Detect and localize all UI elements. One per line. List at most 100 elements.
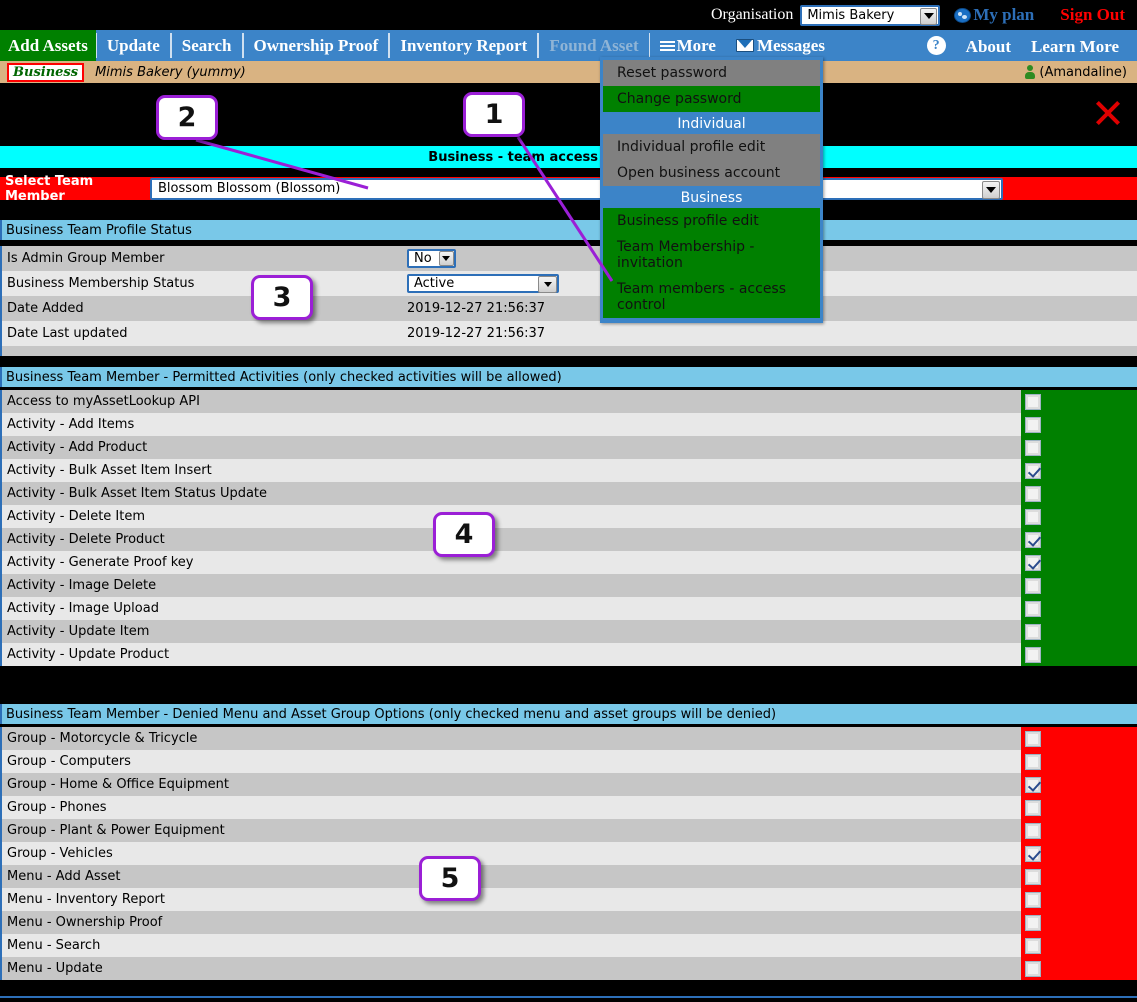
- denied-option-checkbox[interactable]: [1025, 730, 1041, 747]
- permitted-activity-cell: [1021, 643, 1137, 666]
- denied-option-checkbox[interactable]: [1025, 868, 1041, 885]
- denied-option-label: Menu - Search: [7, 938, 101, 953]
- permitted-activity-checkbox[interactable]: [1025, 393, 1041, 410]
- denied-option-cell: [1021, 888, 1137, 911]
- menu-item-team-members-access-control[interactable]: Team members - access control: [603, 276, 820, 318]
- permitted-activity-checkbox[interactable]: [1025, 439, 1041, 456]
- denied-option-cell: [1021, 842, 1137, 865]
- denied-option-cell: [1021, 934, 1137, 957]
- denied-option-checkbox[interactable]: [1025, 914, 1041, 931]
- table-row: Activity - Delete Product: [0, 528, 1137, 551]
- denied-option-label: Group - Plant & Power Equipment: [7, 823, 225, 838]
- denied-option-checkbox[interactable]: [1025, 960, 1041, 977]
- menu-item-change-password[interactable]: Change password: [603, 86, 820, 112]
- permitted-activity-checkbox[interactable]: [1025, 623, 1041, 640]
- denied-option-checkbox[interactable]: [1025, 822, 1041, 839]
- row-label: Date Last updated: [7, 326, 128, 341]
- nav-item-search[interactable]: Search: [170, 33, 243, 58]
- table-row: Activity - Update Item: [0, 620, 1137, 643]
- organisation-select[interactable]: Mimis Bakery: [800, 4, 941, 26]
- denied-option-cell: [1021, 796, 1137, 819]
- permitted-activity-checkbox[interactable]: [1025, 508, 1041, 525]
- is-admin-group-member-select[interactable]: No: [407, 249, 456, 268]
- nav-item-more[interactable]: More: [650, 33, 726, 58]
- chevron-down-icon[interactable]: [438, 251, 454, 266]
- chevron-down-icon[interactable]: [920, 7, 938, 25]
- permitted-activity-cell: [1021, 390, 1137, 413]
- denied-option-label: Group - Motorcycle & Tricycle: [7, 731, 198, 746]
- denied-option-checkbox[interactable]: [1025, 891, 1041, 908]
- nav-item-inventory-report[interactable]: Inventory Report: [389, 33, 539, 58]
- permitted-activity-cell: [1021, 459, 1137, 482]
- menu-header-individual: Individual: [603, 114, 820, 134]
- table-row: Group - Computers: [0, 750, 1137, 773]
- row-value: 2019-12-27 21:56:37: [407, 301, 546, 316]
- close-icon[interactable]: [1093, 98, 1123, 128]
- nav-item-about[interactable]: About: [956, 35, 1021, 60]
- menu-item-business-profile-edit[interactable]: Business profile edit: [603, 208, 820, 234]
- envelope-icon: [735, 39, 754, 52]
- denied-option-checkbox[interactable]: [1025, 799, 1041, 816]
- permitted-activity-checkbox[interactable]: [1025, 416, 1041, 433]
- nav-item-ownership-proof[interactable]: Ownership Proof: [242, 33, 390, 58]
- denied-option-label: Group - Computers: [7, 754, 131, 769]
- permitted-activity-label: Activity - Update Product: [7, 647, 170, 662]
- table-row: Menu - Update: [0, 957, 1137, 980]
- organisation-value: Mimis Bakery: [807, 7, 895, 23]
- denied-option-cell: [1021, 865, 1137, 888]
- nav-item-add-assets[interactable]: Add Assets: [0, 30, 96, 61]
- my-plan-link[interactable]: My plan: [954, 5, 1034, 25]
- row-value: Active: [414, 276, 455, 291]
- table-row: Activity - Image Upload: [0, 597, 1137, 620]
- denied-option-checkbox[interactable]: [1025, 753, 1041, 770]
- permitted-activity-checkbox[interactable]: [1025, 577, 1041, 594]
- permitted-activities-table: Access to myAssetLookup API Activity - Ad…: [0, 390, 1137, 666]
- permitted-activity-checkbox[interactable]: [1025, 600, 1041, 617]
- table-row: Group - Vehicles: [0, 842, 1137, 865]
- select-team-member-dropdown[interactable]: Blossom Blossom (Blossom): [150, 177, 1003, 200]
- permitted-activity-checkbox[interactable]: [1025, 462, 1041, 479]
- denied-option-label: Group - Home & Office Equipment: [7, 777, 229, 792]
- table-row: Activity - Add Items: [0, 413, 1137, 436]
- menu-item-open-business-account[interactable]: Open business account: [603, 160, 820, 186]
- menu-item-reset-password[interactable]: Reset password: [603, 60, 820, 86]
- permitted-activity-checkbox[interactable]: [1025, 646, 1041, 663]
- callout-badge-2: 2: [156, 95, 218, 140]
- bottom-rule: [0, 996, 1137, 998]
- permitted-activity-cell: [1021, 574, 1137, 597]
- chevron-down-icon[interactable]: [538, 276, 557, 293]
- nav-item-learn-more[interactable]: Learn More: [1021, 35, 1129, 60]
- permitted-activity-label: Access to myAssetLookup API: [7, 394, 200, 409]
- select-team-member-row: Select Team Member Blossom Blossom (Blos…: [0, 174, 1137, 204]
- menu-group-top: Reset password Change password: [603, 60, 820, 114]
- denied-option-checkbox[interactable]: [1025, 937, 1041, 954]
- app-root: Organisation Mimis Bakery My plan Sign O…: [0, 0, 1137, 1002]
- nav-item-update[interactable]: Update: [95, 33, 171, 58]
- nav-item-messages[interactable]: Messages: [726, 33, 835, 58]
- business-badge: Business: [7, 62, 85, 82]
- menu-item-team-membership-invitation[interactable]: Team Membership - invitation: [603, 234, 820, 276]
- denied-option-label: Menu - Update: [7, 961, 103, 976]
- table-row: Activity - Bulk Asset Item Insert: [0, 459, 1137, 482]
- menu-item-individual-profile-edit[interactable]: Individual profile edit: [603, 134, 820, 160]
- permitted-activity-cell: [1021, 551, 1137, 574]
- table-row: Menu - Search: [0, 934, 1137, 957]
- denied-option-label: Menu - Add Asset: [7, 869, 121, 884]
- denied-option-checkbox[interactable]: [1025, 845, 1041, 862]
- menu-header-business: Business: [603, 188, 820, 208]
- permitted-activity-checkbox[interactable]: [1025, 531, 1041, 548]
- denied-option-checkbox[interactable]: [1025, 776, 1041, 793]
- permitted-activity-checkbox[interactable]: [1025, 554, 1041, 571]
- permitted-section-title: Business Team Member - Permitted Activit…: [0, 367, 1137, 387]
- sign-out-link[interactable]: Sign Out: [1060, 5, 1125, 25]
- table-row: Group - Home & Office Equipment: [0, 773, 1137, 796]
- denied-option-cell: [1021, 750, 1137, 773]
- business-context-strip: Business Mimis Bakery (yummy) (Amandalin…: [0, 61, 1137, 83]
- denied-option-label: Group - Phones: [7, 800, 107, 815]
- help-icon[interactable]: ?: [926, 36, 946, 55]
- membership-status-select[interactable]: Active: [407, 274, 559, 293]
- page-title-bar: Business - team access: [0, 146, 1137, 168]
- select-team-member-label: Select Team Member: [5, 173, 94, 204]
- permitted-activity-checkbox[interactable]: [1025, 485, 1041, 502]
- chevron-down-icon[interactable]: [982, 180, 1000, 199]
